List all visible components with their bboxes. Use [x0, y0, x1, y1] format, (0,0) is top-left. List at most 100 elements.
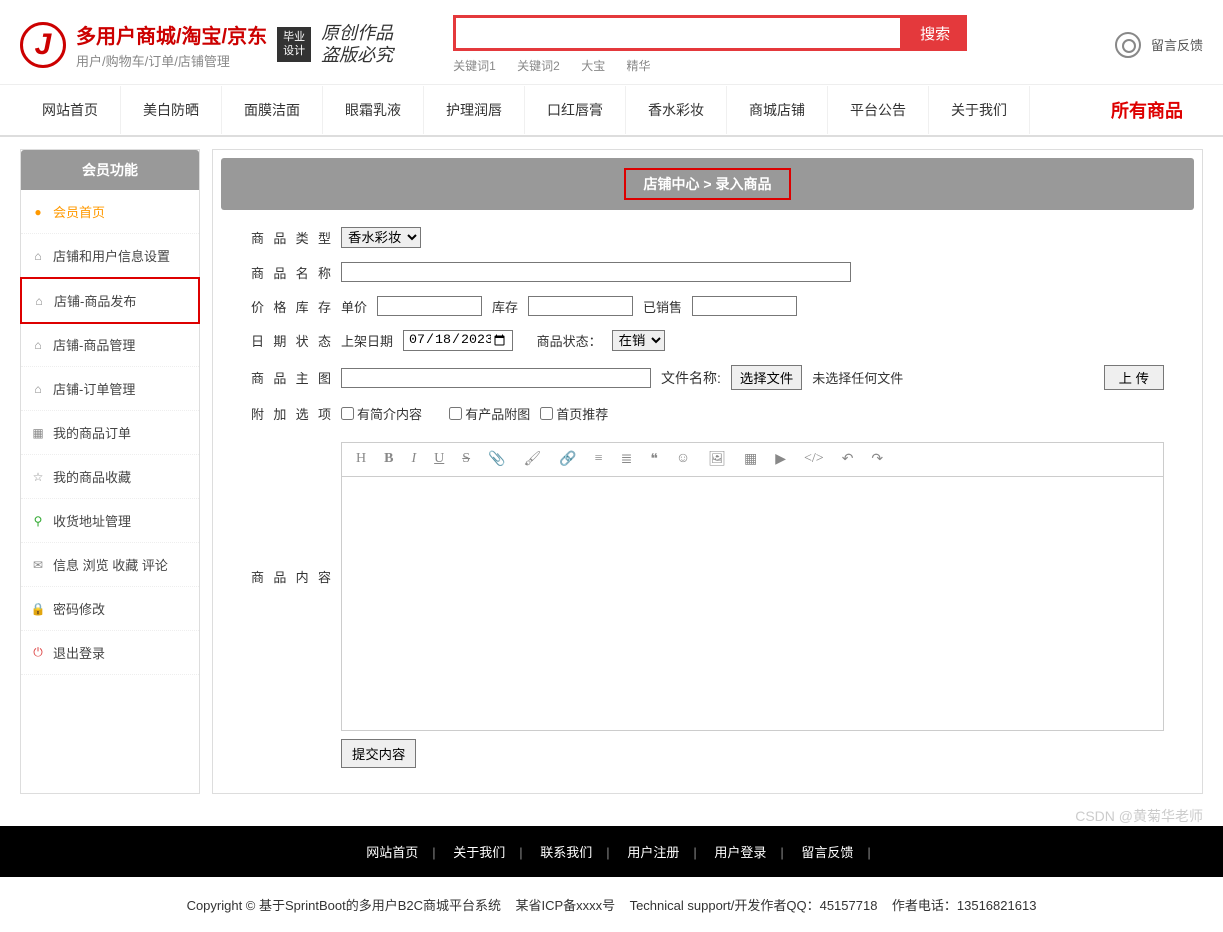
logo-title: 多用户商城/淘宝/京东: [76, 20, 267, 49]
product-name-input[interactable]: [341, 262, 851, 282]
toolbar-btn[interactable]: ☺: [676, 451, 690, 468]
toolbar-btn[interactable]: 🖼: [708, 451, 726, 468]
toolbar-btn[interactable]: ↶: [842, 451, 854, 468]
stock-input[interactable]: [528, 296, 633, 316]
file-label: 文件名称:: [661, 368, 721, 388]
toolbar-btn[interactable]: ↷: [871, 451, 883, 468]
nav-item[interactable]: 面膜洁面: [222, 86, 323, 134]
cb-images[interactable]: 有产品附图: [449, 404, 530, 423]
editor-toolbar: H B I U S 📎 🖌 🔗 ≡ ≣ ❝ ☺ 🖼 ▦ ▶ </> ↶ ↷: [342, 443, 1163, 477]
feedback-link[interactable]: 留言反馈: [1115, 32, 1203, 58]
sold-text: 已销售: [643, 297, 682, 316]
toolbar-btn[interactable]: 🖌: [524, 451, 542, 468]
toolbar-btn[interactable]: ▦: [744, 451, 757, 468]
nav-item[interactable]: 商城店铺: [727, 86, 828, 134]
toolbar-btn[interactable]: </>: [804, 451, 824, 468]
watermark: CSDN @黄菊华老师: [1075, 806, 1203, 826]
sidebar-item[interactable]: 🔒密码修改: [21, 587, 199, 631]
toolbar-btn[interactable]: 🔗: [559, 451, 576, 468]
sidebar-item[interactable]: ⚲ 收货地址管理: [21, 499, 199, 543]
toolbar-btn[interactable]: ≡: [595, 451, 603, 468]
nav-all-products[interactable]: 所有商品: [1091, 85, 1203, 135]
price-text: 单价: [341, 297, 367, 316]
status-select[interactable]: 在销: [612, 330, 665, 351]
breadcrumb-bar: 店铺中心 > 录入商品: [221, 158, 1194, 210]
toolbar-btn[interactable]: B: [384, 451, 393, 468]
toolbar-btn[interactable]: H: [356, 451, 366, 468]
sidebar-item[interactable]: ●会员首页: [21, 190, 199, 234]
nav-item[interactable]: 关于我们: [929, 86, 1030, 134]
footer-info: Copyright © 基于SprintBoot的多用户B2C商城平台系统 某省…: [0, 877, 1223, 932]
stock-label: 价格库存: [251, 297, 341, 316]
stock-text: 库存: [492, 297, 518, 316]
footer-link[interactable]: 用户登录: [700, 845, 780, 860]
sidebar-item[interactable]: ⌂店铺-商品管理: [21, 323, 199, 367]
keyword-link[interactable]: 关键词2: [517, 59, 560, 73]
logo-icon: J: [20, 22, 66, 68]
footer-link[interactable]: 联系我们: [526, 845, 606, 860]
sold-input[interactable]: [692, 296, 797, 316]
nav-item[interactable]: 香水彩妆: [626, 86, 727, 134]
toolbar-btn[interactable]: U: [434, 451, 444, 468]
footer-link[interactable]: 关于我们: [439, 845, 519, 860]
toolbar-btn[interactable]: 📎: [488, 451, 505, 468]
search-button[interactable]: 搜索: [903, 15, 967, 51]
nav-item[interactable]: 美白防晒: [121, 86, 222, 134]
footer-nav: 网站首页| 关于我们| 联系我们| 用户注册| 用户登录| 留言反馈|: [0, 826, 1223, 877]
sidebar-item[interactable]: ☆我的商品收藏: [21, 455, 199, 499]
sidebar-item[interactable]: ⌂店铺和用户信息设置: [21, 234, 199, 278]
sidebar-item-label: 收货地址管理: [53, 511, 131, 530]
nav-item[interactable]: 护理润唇: [424, 86, 525, 134]
toolbar-btn[interactable]: S: [462, 451, 470, 468]
nav-home[interactable]: 网站首页: [20, 86, 121, 134]
keyword-link[interactable]: 大宝: [581, 59, 605, 73]
choose-file-button[interactable]: 选择文件: [731, 365, 802, 390]
sidebar-icon: ☆: [31, 470, 45, 484]
cb-featured[interactable]: 首页推荐: [540, 404, 608, 423]
sidebar-item[interactable]: ✉信息 浏览 收藏 评论: [21, 543, 199, 587]
sidebar-title: 会员功能: [21, 150, 199, 190]
keyword-link[interactable]: 精华: [627, 59, 651, 73]
content-label: 商品内容: [251, 437, 341, 586]
product-type-select[interactable]: 香水彩妆: [341, 227, 421, 248]
footer-link[interactable]: 留言反馈: [787, 845, 867, 860]
slogan: 原创作品 盗版必究: [321, 23, 393, 66]
sidebar-icon: ⚲: [31, 514, 45, 528]
image-path-input[interactable]: [341, 368, 651, 388]
sidebar-item-label: 密码修改: [53, 599, 105, 618]
price-input[interactable]: [377, 296, 482, 316]
nav-item[interactable]: 口红唇膏: [525, 86, 626, 134]
logo-subtitle: 用户/购物车/订单/店铺管理: [76, 51, 267, 70]
nav-item[interactable]: 眼霜乳液: [323, 86, 424, 134]
editor-body[interactable]: [342, 477, 1163, 727]
cb-intro[interactable]: 有简介内容: [341, 404, 422, 423]
toolbar-btn[interactable]: ≣: [621, 451, 633, 468]
toolbar-btn[interactable]: ❝: [650, 451, 658, 468]
keyword-link[interactable]: 关键词1: [453, 59, 496, 73]
search-input[interactable]: [453, 15, 903, 51]
toolbar-btn[interactable]: ▶: [775, 451, 786, 468]
type-label: 商品类型: [251, 228, 341, 247]
sidebar-item-label: 店铺-订单管理: [53, 379, 135, 398]
upload-button[interactable]: 上 传: [1104, 365, 1164, 390]
footer-link[interactable]: 网站首页: [352, 845, 432, 860]
sidebar-item[interactable]: ⌂店铺-商品发布: [20, 277, 200, 324]
image-label: 商品主图: [251, 368, 341, 387]
sidebar-item[interactable]: ▦我的商品订单: [21, 411, 199, 455]
toolbar-btn[interactable]: I: [411, 451, 416, 468]
sidebar-item-label: 店铺-商品发布: [54, 291, 136, 310]
sidebar-icon: ⌂: [31, 338, 45, 352]
sidebar-item-label: 店铺和用户信息设置: [53, 246, 170, 265]
submit-button[interactable]: 提交内容: [341, 739, 416, 768]
keyword-row: 关键词1 关键词2 大宝 精华: [453, 57, 967, 74]
sidebar-icon: ⌂: [31, 382, 45, 396]
badge: 毕业 设计: [277, 27, 311, 61]
breadcrumb: 店铺中心 > 录入商品: [644, 176, 772, 192]
date-input[interactable]: [403, 330, 513, 351]
sidebar-item[interactable]: ⌂ 店铺-订单管理: [21, 367, 199, 411]
footer-link[interactable]: 用户注册: [613, 845, 693, 860]
headset-icon: [1115, 32, 1141, 58]
sidebar-item[interactable]: ⏻退出登录: [21, 631, 199, 675]
nav-item[interactable]: 平台公告: [828, 86, 929, 134]
sidebar-icon: ●: [31, 205, 45, 219]
